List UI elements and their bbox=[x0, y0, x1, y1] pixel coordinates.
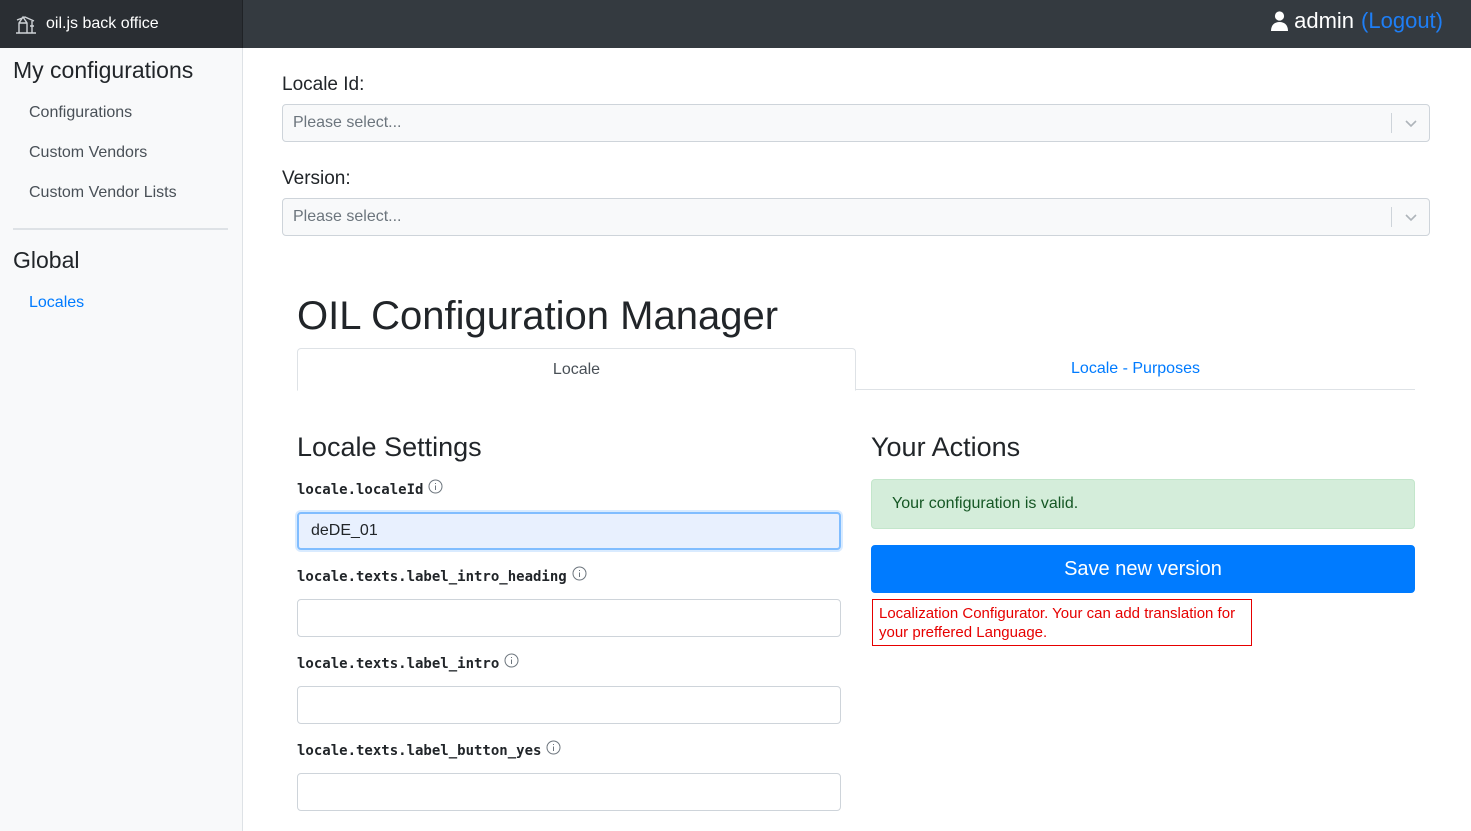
field-label-text: locale.texts.label_intro bbox=[297, 656, 500, 672]
sidebar: My configurations Configurations Custom … bbox=[0, 48, 243, 831]
username: admin bbox=[1294, 8, 1355, 33]
tab-locale-purposes[interactable]: Locale - Purposes bbox=[856, 348, 1415, 390]
field-label-intro-heading: locale.texts.label_intro_heading bbox=[297, 566, 587, 585]
info-icon[interactable] bbox=[428, 479, 443, 494]
tooltip-localization-info: Localization Configurator. Your can add … bbox=[872, 599, 1252, 646]
sidebar-item-custom-vendor-lists[interactable]: Custom Vendor Lists bbox=[29, 184, 177, 202]
info-icon[interactable] bbox=[546, 740, 561, 755]
chevron-down-icon[interactable] bbox=[1403, 209, 1419, 225]
select-separator bbox=[1391, 207, 1392, 227]
field-label-locale-id: locale.localeId bbox=[297, 479, 443, 498]
oil-pump-icon bbox=[14, 14, 38, 34]
field-label-button-yes: locale.texts.label_button_yes bbox=[297, 740, 561, 759]
chevron-down-icon[interactable] bbox=[1403, 115, 1419, 131]
brand-title: oil.js back office bbox=[46, 15, 159, 32]
select-separator bbox=[1391, 113, 1392, 133]
locale-id-input[interactable] bbox=[297, 512, 841, 550]
version-placeholder: Please select... bbox=[293, 208, 402, 225]
info-icon[interactable] bbox=[572, 566, 587, 581]
user-area: admin (Logout) bbox=[1271, 8, 1443, 34]
version-select[interactable]: Please select... bbox=[282, 198, 1430, 236]
sidebar-divider bbox=[13, 228, 228, 230]
locale-settings-title: Locale Settings bbox=[297, 432, 482, 462]
intro-heading-input[interactable] bbox=[297, 599, 841, 637]
info-icon[interactable] bbox=[504, 653, 519, 668]
sidebar-item-configurations[interactable]: Configurations bbox=[29, 104, 132, 122]
sidebar-item-custom-vendors[interactable]: Custom Vendors bbox=[29, 144, 147, 162]
tab-locale[interactable]: Locale bbox=[297, 348, 856, 391]
main-content: Locale Id: Please select... Version: Ple… bbox=[243, 48, 1471, 831]
version-label: Version: bbox=[282, 168, 351, 189]
page-title: OIL Configuration Manager bbox=[297, 294, 779, 338]
user-icon bbox=[1271, 11, 1289, 31]
locale-id-label: Locale Id: bbox=[282, 74, 365, 95]
field-label-text: locale.texts.label_button_yes bbox=[297, 743, 542, 759]
your-actions-title: Your Actions bbox=[871, 432, 1021, 462]
tab-bar: Locale Locale - Purposes bbox=[297, 348, 1415, 391]
sidebar-heading-global: Global bbox=[13, 247, 80, 273]
sidebar-heading-my-configurations: My configurations bbox=[13, 57, 194, 83]
field-label-text: locale.texts.label_intro_heading bbox=[297, 569, 567, 585]
logout-link[interactable]: (Logout) bbox=[1361, 8, 1443, 34]
brand[interactable]: oil.js back office bbox=[0, 0, 243, 48]
locale-id-placeholder: Please select... bbox=[293, 114, 402, 131]
valid-alert: Your configuration is valid. bbox=[871, 479, 1415, 529]
sidebar-item-locales[interactable]: Locales bbox=[29, 294, 84, 312]
field-label-text: locale.localeId bbox=[297, 482, 424, 498]
intro-input[interactable] bbox=[297, 686, 841, 724]
field-label-intro: locale.texts.label_intro bbox=[297, 653, 519, 672]
button-yes-input[interactable] bbox=[297, 773, 841, 811]
locale-id-select[interactable]: Please select... bbox=[282, 104, 1430, 142]
save-new-version-button[interactable]: Save new version bbox=[871, 545, 1415, 593]
top-navbar: oil.js back office admin (Logout) bbox=[0, 0, 1471, 48]
